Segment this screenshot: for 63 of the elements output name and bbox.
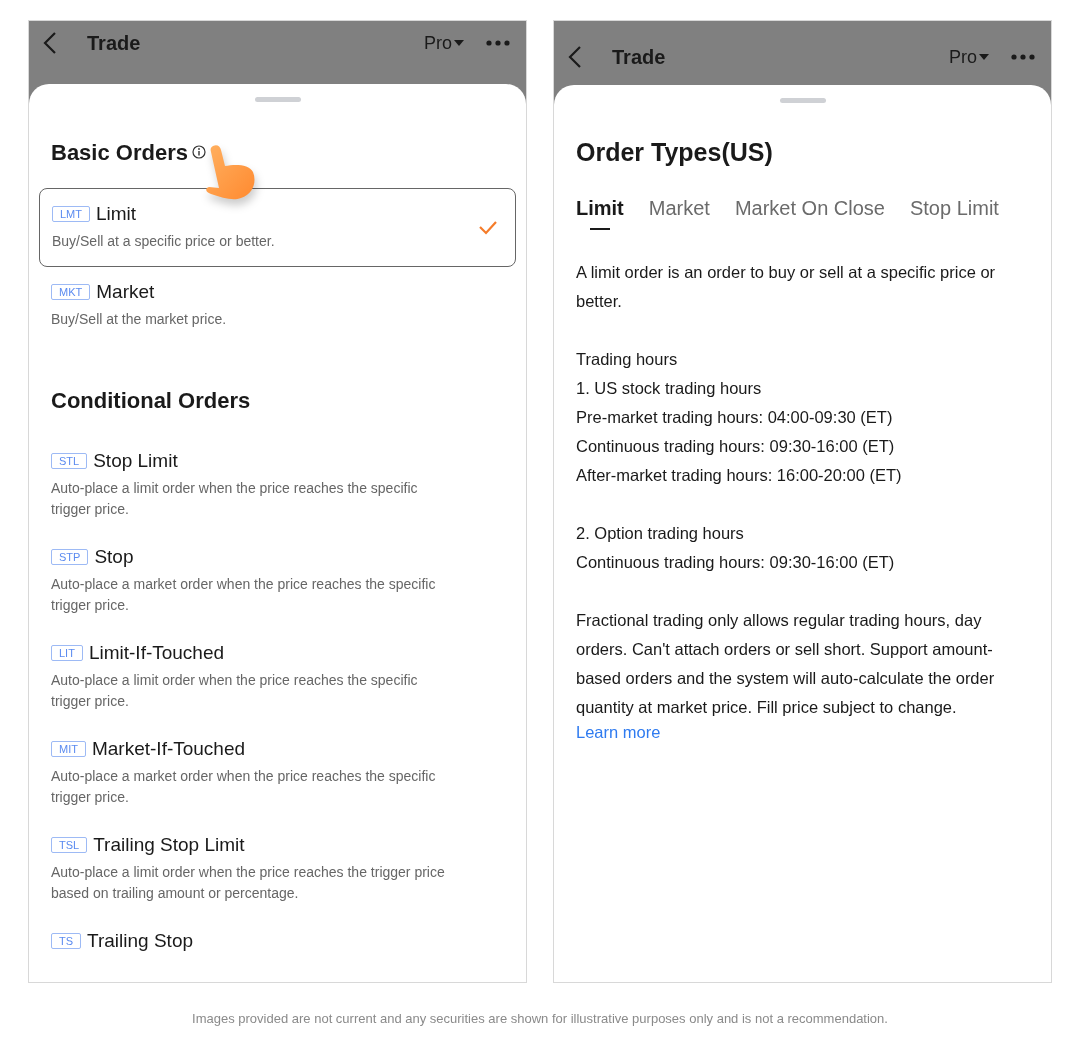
order-name: Market <box>96 281 155 303</box>
checkmark-icon <box>479 220 497 235</box>
order-name: Trailing Stop <box>87 930 194 952</box>
body-text: Pre-market trading hours: 04:00-09:30 (ET) <box>576 407 894 428</box>
disclaimer-text: Images provided are not current and any securities are shown for illustrative purposes only and is not a recommendation. <box>191 1011 889 1026</box>
body-text: 1. US stock trading hours <box>576 378 763 399</box>
order-tag: LMT <box>52 206 90 222</box>
mode-dropdown[interactable]: Pro <box>424 32 464 54</box>
header-title: Trade <box>87 31 141 55</box>
drag-handle[interactable] <box>254 97 301 102</box>
body-text: A limit order is an order to buy or sell at a specific price or better. <box>576 262 997 312</box>
order-name: Stop <box>94 546 134 568</box>
body-text: After-market trading hours: 16:00-20:00 (ET) <box>576 465 903 486</box>
order-type-tab[interactable]: Limit <box>576 197 624 230</box>
order-name: Market-If-Touched <box>91 738 246 760</box>
order-description: Auto-place a limit order when the price reaches the trigger price based on trailing amount or percentage. <box>51 863 446 903</box>
order-name: Limit <box>96 203 137 225</box>
header-title: Trade <box>612 45 666 69</box>
back-icon[interactable] <box>43 31 57 55</box>
body-text: Fractional trading only allows regular trading hours, day orders. Can't attach orders or sell short. Support amount-based orders and the system will auto-calculate the order quantity at market price. Fill price subject to change. <box>576 610 996 718</box>
order-name: Stop Limit <box>93 450 178 472</box>
section-title: Basic Orders <box>51 140 188 166</box>
info-icon[interactable] <box>191 145 206 159</box>
section-title: Conditional Orders <box>51 388 251 414</box>
order-tag: STL <box>51 453 88 469</box>
order-type-option[interactable]: TSL Trailing Stop Limit Auto-place a limit order when the price reaches the trigger price based on trailing amount or percentage. <box>39 834 516 930</box>
order-type-option[interactable]: LMT Limit Buy/Sell at a specific price or better. <box>39 188 516 267</box>
order-description: Auto-place a market order when the price reaches the specific trigger price. <box>51 575 437 615</box>
order-type-option[interactable]: LIT Limit-If-Touched Auto-place a limit order when the price reaches the specific trigger price. <box>39 642 516 738</box>
drag-handle[interactable] <box>779 98 826 103</box>
order-name: Trailing Stop Limit <box>93 834 245 856</box>
order-tag: TSL <box>51 837 88 853</box>
order-type-option[interactable]: STP Stop Auto-place a market order when the price reaches the specific trigger price. <box>39 546 516 642</box>
order-type-option[interactable]: MKT Market Buy/Sell at the market price. <box>39 281 516 356</box>
back-icon[interactable] <box>568 45 582 69</box>
learn-more-link[interactable]: Learn more <box>576 722 661 742</box>
body-text: Trading hours <box>576 349 679 370</box>
caret-icon <box>979 53 989 61</box>
order-tag: STP <box>51 549 89 565</box>
caret-icon <box>454 39 464 47</box>
mode-dropdown[interactable]: Pro <box>949 46 989 68</box>
order-tag: MIT <box>51 741 86 757</box>
more-icon[interactable] <box>1011 54 1035 60</box>
order-tag: TS <box>51 933 82 949</box>
order-description: Buy/Sell at a specific price or better. <box>52 232 276 251</box>
order-type-tab[interactable]: Market On Close <box>734 197 885 230</box>
more-icon[interactable] <box>486 40 510 46</box>
order-tag: MKT <box>51 284 91 300</box>
order-description: Auto-place a market order when the price reaches the specific trigger price. <box>51 767 437 807</box>
order-type-option[interactable]: MIT Market-If-Touched Auto-place a market order when the price reaches the specific trigger price. <box>39 738 516 834</box>
order-name: Limit-If-Touched <box>88 642 225 664</box>
order-description: Auto-place a limit order when the price reaches the specific trigger price. <box>51 479 419 519</box>
order-type-option[interactable]: TS Trailing Stop <box>39 930 516 978</box>
order-type-tab[interactable]: Market <box>648 197 710 230</box>
body-text: Continuous trading hours: 09:30-16:00 (ET) <box>576 552 896 573</box>
order-tag: LIT <box>51 645 83 661</box>
order-type-tab[interactable]: Stop Limit <box>909 197 999 230</box>
body-text: Continuous trading hours: 09:30-16:00 (ET) <box>576 436 896 457</box>
order-description: Auto-place a limit order when the price reaches the specific trigger price. <box>51 671 419 711</box>
sheet-title: Order Types(US) <box>576 138 774 167</box>
order-description: Buy/Sell at the market price. <box>51 310 228 329</box>
order-type-option[interactable]: STL Stop Limit Auto-place a limit order when the price reaches the specific trigger price. <box>39 450 516 546</box>
body-text: 2. Option trading hours <box>576 523 745 544</box>
